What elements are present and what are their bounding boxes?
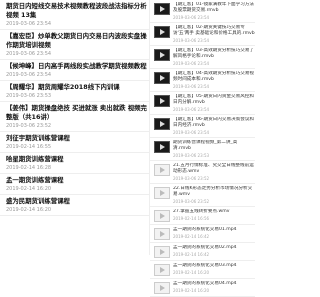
video-file-text: 21.五月行情标准、究交全日线整线前运动形态.wmv 2019-03-06 23:…: [173, 163, 255, 181]
video-file-date: 2019-03-06 23:52: [173, 199, 210, 204]
video-file-item[interactable]: 【期汇客】01-镜家满教年下面学习方法及股票期货交易.rmvb 2019-03-0…: [150, 0, 255, 23]
video-thumbnail-icon[interactable]: [154, 3, 170, 15]
video-file-name[interactable]: 【期汇客】01-镜家满教年下面学习方法及股票期货交易.rmvb: [173, 2, 255, 14]
video-file-date: 2019-03-06 23:52: [173, 176, 210, 181]
video-file-item[interactable]: 【期汇客】06-期货日内交易决策会议和日内经济.rmvb 2019-03-06 2…: [150, 115, 255, 138]
video-file-name[interactable]: 【期汇客】05-期货日内资金交易风控和日内分解.rmvb: [173, 94, 255, 106]
video-file-text: 【期汇客】05-期货日内资金交易风控和日内分解.rmvb 2019-03-06 2…: [173, 94, 255, 112]
video-thumbnail-icon[interactable]: [154, 95, 170, 107]
video-file-name[interactable]: 【期汇客】06-期货日内交易决策会议和日内经济.rmvb: [173, 117, 255, 129]
course-list-item[interactable]: 【姜伟】期货操盘绝技 买进就涨 卖出就跌 视频完整版（共16讲） 2019-03-…: [0, 102, 149, 132]
video-thumbnail-icon[interactable]: [154, 26, 170, 38]
video-file-item[interactable]: 【期汇客】04-高效期货分析技巧交易视频时间成本和.rmvb 2019-03-06…: [150, 69, 255, 92]
video-thumbnail-icon[interactable]: [154, 210, 170, 222]
video-file-date: 2019-02-14 16:20: [173, 270, 210, 275]
video-thumbnail-icon[interactable]: [154, 282, 170, 294]
video-file-text: 孟一期货的系统化交易01.mp4 2019-02-14 16:42: [173, 227, 255, 239]
course-list-item[interactable]: 孟一期货训练营课程 2019-02-14 16:20: [0, 174, 149, 195]
video-file-date: 2019-02-14 16:56: [173, 216, 210, 221]
video-file-item[interactable]: 孟一期货的系统化交易04.mp4 2019-02-14 16:20: [150, 279, 255, 297]
video-file-text: 27.掌握五线转折要点.wmv 2019-02-14 16:56: [173, 209, 255, 221]
video-thumbnail-icon[interactable]: [154, 246, 170, 258]
course-date: 2019-02-14 16:20: [6, 186, 52, 192]
video-file-text: 【期汇客】01-镜家满教年下面学习方法及股票期货交易.rmvb 2019-03-0…: [173, 2, 255, 20]
video-file-text: 【期汇客】03-高效期货分析技巧交易了解风格手论和.rmvb 2019-03-06…: [173, 48, 255, 66]
video-file-date: 2019-02-14 16:20: [173, 288, 210, 293]
video-file-date: 2019-03-06 23:54: [173, 38, 210, 43]
video-file-item[interactable]: 期货训练营课程视频_第二讲_高清.rmvb 2019-03-06 23:53: [150, 138, 255, 161]
video-file-date: 2019-03-06 23:53: [173, 153, 210, 158]
course-date: 2019-03-06 23:53: [6, 93, 52, 99]
course-title[interactable]: 刘征宇期货训练营课程: [6, 134, 149, 143]
course-title[interactable]: 盛为民期货训练营课程: [6, 197, 149, 206]
video-thumbnail-icon[interactable]: [154, 187, 170, 199]
course-list-item[interactable]: 【嘉宏臣】炒单教父期货日内交易日内波段实盘操作期货培训视频 2019-03-06 …: [0, 30, 149, 60]
video-file-name[interactable]: 期货训练营课程视频_第二讲_高清.rmvb: [173, 140, 255, 152]
video-thumbnail-icon[interactable]: [154, 228, 170, 240]
course-title[interactable]: 【姜伟】期货操盘绝技 买进就涨 卖出就跌 视频完整版（共16讲）: [6, 104, 149, 122]
course-date: 2019-03-06 23:52: [6, 123, 52, 129]
video-file-item[interactable]: 【期汇客】02-期货关键技巧交易专访'五'两手 卖基础论和价格工具的.rmvb 2…: [150, 23, 255, 46]
course-date: 2019-02-14 16:28: [6, 165, 52, 171]
video-file-text: 22.日线K形态走势分析市场情况分析交易.wmv 2019-03-06 23:52: [173, 186, 255, 204]
course-date: 2019-02-14 16:55: [6, 144, 52, 150]
video-file-text: 孟一期货的系统化交易02.mp4 2019-02-14 16:42: [173, 245, 255, 257]
video-file-name[interactable]: 【期汇客】04-高效期货分析技巧交易视频时间成本和.rmvb: [173, 71, 255, 83]
video-file-name[interactable]: 孟一期货的系统化交易03.mp4: [173, 263, 255, 269]
video-thumbnail-icon[interactable]: [154, 164, 170, 176]
video-thumbnail-icon[interactable]: [154, 72, 170, 84]
course-list: 期货日内短线交易技术视频教程波段战法指标分析视频 13集 2019-03-06 2…: [0, 0, 150, 255]
video-file-date: 2019-03-06 23:54: [173, 130, 210, 135]
course-list-item[interactable]: 【周耀华】期货周耀华2018线下内训课 2019-03-06 23:53: [0, 81, 149, 102]
course-title[interactable]: 孟一期货训练营课程: [6, 176, 149, 185]
file-listing-page: 期货日内短线交易技术视频教程波段战法指标分析视频 13集 2019-03-06 2…: [0, 0, 255, 297]
video-file-text: 期货训练营课程视频_第二讲_高清.rmvb 2019-03-06 23:53: [173, 140, 255, 158]
video-file-date: 2019-03-06 23:54: [173, 84, 210, 89]
video-file-name[interactable]: 【期汇客】02-期货关键技巧交易专访'五'两手 卖基础论和价格工具的.rmvb: [173, 25, 255, 37]
video-file-name[interactable]: 孟一期货的系统化交易02.mp4: [173, 245, 255, 251]
course-title[interactable]: 【周耀华】期货周耀华2018线下内训课: [6, 83, 149, 92]
video-file-date: 2019-02-14 16:42: [173, 234, 210, 239]
video-file-date: 2019-03-06 23:54: [173, 15, 210, 20]
video-thumbnail-icon[interactable]: [154, 49, 170, 61]
video-file-date: 2019-03-06 23:54: [173, 107, 210, 112]
video-file-name[interactable]: 【期汇客】03-高效期货分析技巧交易了解风格手论和.rmvb: [173, 48, 255, 60]
video-file-item[interactable]: 【期汇客】05-期货日内资金交易风控和日内分解.rmvb 2019-03-06 2…: [150, 92, 255, 115]
video-file-text: 【期汇客】06-期货日内交易决策会议和日内经济.rmvb 2019-03-06 2…: [173, 117, 255, 135]
video-file-name[interactable]: 22.日线K形态走势分析市场情况分析交易.wmv: [173, 186, 255, 198]
video-file-item[interactable]: 【期汇客】03-高效期货分析技巧交易了解风格手论和.rmvb 2019-03-06…: [150, 46, 255, 69]
video-file-text: 孟一期货的系统化交易04.mp4 2019-02-14 16:20: [173, 281, 255, 293]
course-list-item[interactable]: 盛为民期货训练营课程 2019-02-14 16:20: [0, 195, 149, 216]
video-file-item[interactable]: 27.掌握五线转折要点.wmv 2019-02-14 16:56: [150, 207, 255, 225]
course-date: 2019-02-14 16:20: [6, 207, 52, 213]
video-thumbnail-icon[interactable]: [154, 141, 170, 153]
course-title[interactable]: 哈星期货训练营课程: [6, 155, 149, 164]
video-file-item[interactable]: 22.日线K形态走势分析市场情况分析交易.wmv 2019-03-06 23:52: [150, 184, 255, 207]
course-list-item[interactable]: 期货日内短线交易技术视频教程波段战法指标分析视频 13集 2019-03-06 2…: [0, 0, 149, 30]
course-title[interactable]: 【候坤峰】日内高手两线段实战教学期货视频教程: [6, 62, 149, 71]
course-list-item[interactable]: 【候坤峰】日内高手两线段实战教学期货视频教程 2019-03-06 23:54: [0, 60, 149, 81]
video-file-item[interactable]: 21.五月行情标准、究交全日线整线前运动形态.wmv 2019-03-06 23:…: [150, 161, 255, 184]
video-file-text: 【期汇客】02-期货关键技巧交易专访'五'两手 卖基础论和价格工具的.rmvb 2…: [173, 25, 255, 43]
video-file-name[interactable]: 孟一期货的系统化交易04.mp4: [173, 281, 255, 287]
video-file-item[interactable]: 孟一期货的系统化交易01.mp4 2019-02-14 16:42: [150, 225, 255, 243]
course-date: 2019-03-06 23:54: [6, 51, 52, 57]
course-date: 2019-03-06 23:54: [6, 21, 52, 27]
course-title[interactable]: 【嘉宏臣】炒单教父期货日内交易日内波段实盘操作期货培训视频: [6, 32, 149, 50]
video-thumbnail-icon[interactable]: [154, 264, 170, 276]
video-file-item[interactable]: 孟一期货的系统化交易02.mp4 2019-02-14 16:42: [150, 243, 255, 261]
video-file-text: 【期汇客】04-高效期货分析技巧交易视频时间成本和.rmvb 2019-03-06…: [173, 71, 255, 89]
video-file-date: 2019-03-06 23:54: [173, 61, 210, 66]
video-file-name[interactable]: 孟一期货的系统化交易01.mp4: [173, 227, 255, 233]
video-file-text: 孟一期货的系统化交易03.mp4 2019-02-14 16:20: [173, 263, 255, 275]
video-thumbnail-icon[interactable]: [154, 118, 170, 130]
video-file-item[interactable]: 孟一期货的系统化交易03.mp4 2019-02-14 16:20: [150, 261, 255, 279]
course-list-item[interactable]: 刘征宇期货训练营课程 2019-02-14 16:55: [0, 132, 149, 153]
video-file-name[interactable]: 27.掌握五线转折要点.wmv: [173, 209, 255, 215]
video-file-list: 【期汇客】01-镜家满教年下面学习方法及股票期货交易.rmvb 2019-03-0…: [150, 0, 255, 297]
course-list-item[interactable]: 哈星期货训练营课程 2019-02-14 16:28: [0, 153, 149, 174]
course-date: 2019-03-06 23:54: [6, 72, 52, 78]
video-file-name[interactable]: 21.五月行情标准、究交全日线整线前运动形态.wmv: [173, 163, 255, 175]
course-title[interactable]: 期货日内短线交易技术视频教程波段战法指标分析视频 13集: [6, 2, 149, 20]
